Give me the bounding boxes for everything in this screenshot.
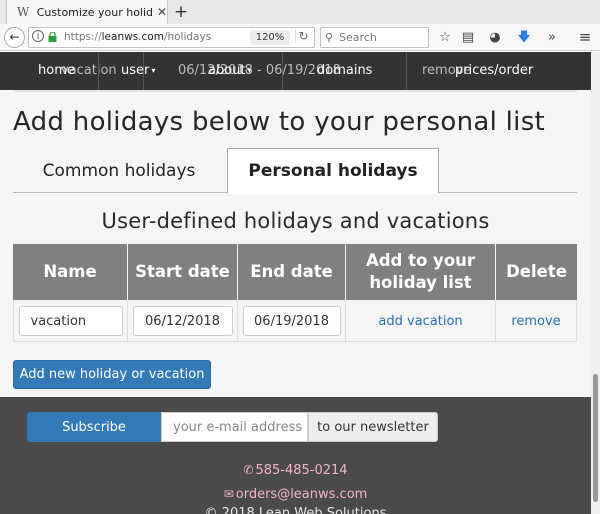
subscribe-button[interactable]: Subscribe [27,412,161,442]
nav-user-label: user [121,63,150,78]
nav-user[interactable]: user ▾ [121,63,155,78]
nav-about[interactable]: about ▾ [208,63,252,78]
column-header-name: Name [13,244,128,300]
site-favicon-icon: W [17,5,30,19]
nav-about-label: about [208,63,246,78]
phone-icon: ✆ [243,463,254,477]
add-vacation-link[interactable]: add vacation [378,314,462,329]
site-navbar: vacation 06/12/2018 - 06/19/2018 remove … [0,52,591,90]
column-header-delete: Delete [506,262,567,281]
table-row: vacation 06/12/2018 06/19/2018 add vacat… [13,300,577,342]
browser-toolbar: ← i https://leanws.com/holidays 120% ↻ ⚲… [0,24,600,51]
footer: Subscribe your e-mail address to our new… [0,397,591,514]
envelope-icon: ✉ [223,487,234,501]
address-bar[interactable]: i https://leanws.com/holidays 120% ↻ [28,27,315,48]
tab-common-holidays[interactable]: Common holidays [13,148,225,193]
copyright-text: © 2018 Lean Web Solutions [204,506,387,514]
newsletter-addon: to our newsletter [308,412,438,442]
holiday-name-input[interactable]: vacation [18,306,123,336]
scrollbar-thumb[interactable] [593,374,598,502]
page-title: Add holidays below to your personal list [13,107,546,137]
nav-prices-label: prices/order [455,63,534,78]
url-path: /holidays [163,31,212,43]
cell-add: add vacation [346,300,496,342]
site-nav-links: home user ▾ about ▾ domains prices/order [0,52,591,90]
nav-home-label: home [38,63,75,78]
remove-link[interactable]: remove [511,314,560,329]
site-info-icon[interactable]: i [32,30,44,42]
search-bar[interactable]: ⚲ Search [320,27,429,48]
close-tab-icon[interactable]: ✕ [157,5,167,19]
hamburger-menu-icon[interactable]: ≡ [577,29,593,46]
new-tab-button[interactable]: + [171,2,191,22]
nav-home[interactable]: home [38,63,75,78]
browser-tab-title: Customize your holid… [36,5,153,19]
nav-domains-label: domains [317,63,373,78]
start-date-input[interactable]: 06/12/2018 [132,306,233,336]
cell-start-date: 06/12/2018 [128,300,238,342]
tab-personal-holidays[interactable]: Personal holidays [227,148,439,194]
cell-delete: remove [496,300,577,342]
table-header: Name Start date End date Add to your hol… [13,244,577,300]
newsletter-email-input[interactable]: your e-mail address [161,412,308,442]
phone-number: 585-485-0214 [255,463,348,478]
end-date-input[interactable]: 06/19/2018 [242,306,341,336]
column-header-start-date: Start date [128,244,238,300]
bookmark-star-icon[interactable]: ☆ [437,29,453,46]
footer-email[interactable]: ✉ orders@leanws.com [0,487,591,502]
chevron-down-icon: ▾ [151,66,156,75]
cell-name: vacation [13,300,128,342]
add-new-holiday-button[interactable]: Add new holiday or vacation [13,360,211,389]
web-page: vacation 06/12/2018 - 06/19/2018 remove … [0,52,591,514]
reload-icon[interactable]: ↻ [295,29,311,43]
column-header-end-date: End date [238,244,346,300]
pocket-icon[interactable]: ◕ [487,29,503,46]
url-text[interactable]: https://leanws.com/holidays [64,31,211,43]
nav-prices-order[interactable]: prices/order [455,63,533,78]
url-domain: leanws.com [101,31,164,43]
lock-icon [48,32,57,42]
footer-phone[interactable]: ✆ 585-485-0214 [0,463,591,478]
column-header-add: Add to your holiday list [346,244,496,300]
browser-tab-strip: W Customize your holid… ✕ + [0,0,600,24]
search-icon: ⚲ [325,31,334,44]
divider [14,90,577,92]
zoom-level[interactable]: 120% [250,30,290,45]
chevron-down-icon: ▾ [247,66,252,75]
holiday-tabs: Common holidays Personal holidays [13,148,577,194]
section-title: User-defined holidays and vacations [101,209,490,233]
back-button[interactable]: ← [4,27,25,48]
cell-end-date: 06/19/2018 [238,300,346,342]
email-address: orders@leanws.com [235,487,368,502]
nav-domains[interactable]: domains [317,63,372,78]
reading-list-icon[interactable]: ▤ [460,29,476,46]
download-icon[interactable]: 🡇 [516,29,532,46]
browser-tab[interactable]: W Customize your holid… ✕ [6,0,168,24]
page-scrollbar[interactable] [591,52,600,514]
url-prefix: https:// [64,31,102,43]
overflow-menu-icon[interactable]: » [544,29,560,46]
search-placeholder: Search [339,31,377,44]
